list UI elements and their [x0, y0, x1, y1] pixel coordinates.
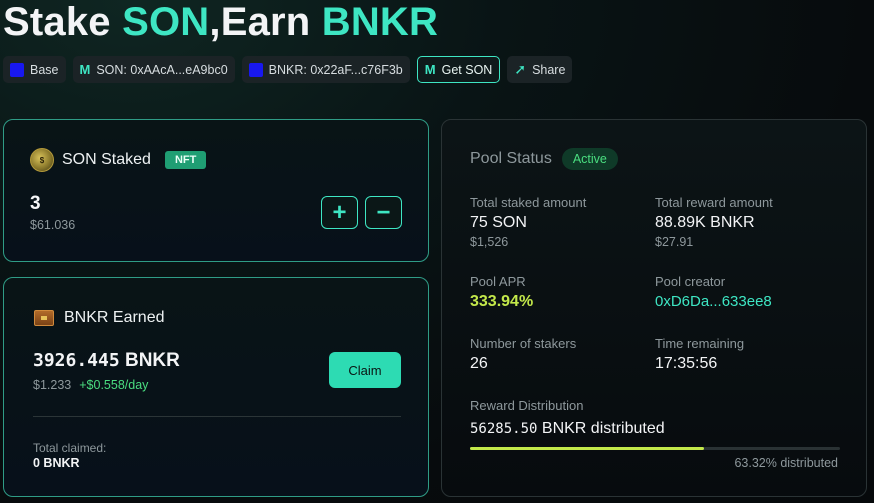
stake-card-header: $ SON Staked NFT — [30, 148, 207, 172]
claim-button[interactable]: Claim — [329, 352, 401, 388]
total-staked-stat: Total staked amount 75 SON $1,526 — [470, 195, 586, 249]
title-earn: Earn — [220, 0, 311, 44]
pool-status-title: Pool Status — [470, 150, 552, 167]
pool-status-header: Pool Status Active — [470, 148, 618, 170]
divider — [33, 416, 401, 417]
pool-status-card: Pool Status Active Total staked amount 7… — [441, 119, 867, 497]
get-son-button[interactable]: M Get SON — [416, 56, 501, 83]
share-arrow-icon: ➚ — [514, 61, 527, 77]
son-address: SON: 0xAAcA...eA9bc0 — [96, 62, 228, 77]
time-remaining-label: Time remaining — [655, 336, 745, 351]
stake-card: $ SON Staked NFT 3 $61.036 + − — [3, 119, 429, 262]
stakers-stat: Number of stakers 26 — [470, 336, 576, 373]
earned-subline: $1.233 +$0.558/day — [33, 378, 148, 392]
total-reward-usd: $27.91 — [655, 235, 694, 249]
share-button[interactable]: ➚ Share — [507, 56, 573, 83]
bnkr-chest-icon — [34, 310, 54, 326]
son-coin-icon: $ — [30, 148, 54, 172]
network-chip[interactable]: Base — [3, 56, 66, 83]
earned-amount: 3926.445 BNKR — [33, 350, 180, 372]
distribution-progress-fill — [470, 447, 705, 450]
stake-card-title: SON Staked — [62, 151, 151, 168]
nft-badge: NFT — [164, 151, 207, 169]
earned-card-title: BNKR Earned — [64, 309, 165, 326]
total-staked-label: Total staked amount — [470, 195, 587, 210]
distribution-percent: 63.32% distributed — [734, 456, 838, 470]
stake-stepper: + − — [321, 196, 402, 229]
earn-rate: +$0.558/day — [79, 378, 149, 392]
pool-apr-label: Pool APR — [470, 274, 526, 289]
distributed-amount: 56285.50 — [470, 421, 538, 437]
staked-amount: 3 — [30, 193, 41, 214]
distributed-suffix: BNKR distributed — [541, 420, 665, 437]
bnkr-token-icon — [248, 62, 263, 77]
time-remaining-stat: Time remaining 17:35:56 — [655, 336, 744, 373]
distribution-progress-bar — [470, 447, 840, 450]
stakers-label: Number of stakers — [470, 336, 577, 351]
total-claimed-value: 0 BNKR — [33, 456, 80, 470]
title-reward-token: BNKR — [321, 0, 439, 44]
page-title: Stake SON,Earn BNKR — [3, 0, 438, 44]
base-network-icon — [10, 62, 24, 77]
title-stake: Stake — [3, 0, 111, 44]
token-chips: Base M SON: 0xAAcA...eA9bc0 BNKR: 0x22aF… — [3, 56, 573, 83]
title-comma: , — [209, 0, 221, 44]
earned-card-header: BNKR Earned — [34, 309, 165, 327]
total-reward-value: 88.89K BNKR — [655, 214, 755, 231]
son-logo-icon: M — [424, 62, 436, 77]
stake-minus-button[interactable]: − — [365, 196, 402, 229]
total-reward-stat: Total reward amount 88.89K BNKR $27.91 — [655, 195, 773, 249]
reward-distribution-label: Reward Distribution — [470, 398, 584, 413]
son-address-chip[interactable]: M SON: 0xAAcA...eA9bc0 — [72, 56, 235, 83]
earned-usd: $1.233 — [33, 378, 72, 392]
get-son-label: Get SON — [441, 62, 493, 77]
title-token: SON — [122, 0, 210, 44]
total-staked-value: 75 SON — [470, 214, 527, 231]
reward-distribution-value: 56285.50 BNKR distributed — [470, 420, 665, 438]
earned-card: BNKR Earned 3926.445 BNKR $1.233 +$0.558… — [3, 277, 429, 497]
earned-value: 3926.445 — [33, 350, 120, 371]
time-remaining-value: 17:35:56 — [655, 355, 718, 372]
stake-plus-button[interactable]: + — [321, 196, 358, 229]
stakers-value: 26 — [470, 355, 488, 372]
total-staked-usd: $1,526 — [470, 235, 509, 249]
son-logo-icon: M — [79, 62, 91, 77]
bnkr-address-chip[interactable]: BNKR: 0x22aF...c76F3b — [241, 56, 410, 83]
pool-creator-link[interactable]: 0xD6Da...633ee8 — [655, 293, 772, 310]
pool-creator-label: Pool creator — [655, 274, 726, 289]
bnkr-address: BNKR: 0x22aF...c76F3b — [268, 62, 403, 77]
total-claimed-label: Total claimed: — [33, 441, 107, 455]
share-label: Share — [532, 62, 566, 77]
status-badge: Active — [561, 148, 618, 170]
network-label: Base — [30, 62, 59, 77]
pool-apr-value: 333.94% — [470, 293, 534, 310]
pool-apr-stat: Pool APR 333.94% — [470, 274, 533, 311]
total-reward-label: Total reward amount — [655, 195, 773, 210]
earned-unit: BNKR — [124, 350, 180, 371]
staked-usd: $61.036 — [30, 218, 76, 232]
pool-creator-stat: Pool creator 0xD6Da...633ee8 — [655, 274, 772, 310]
